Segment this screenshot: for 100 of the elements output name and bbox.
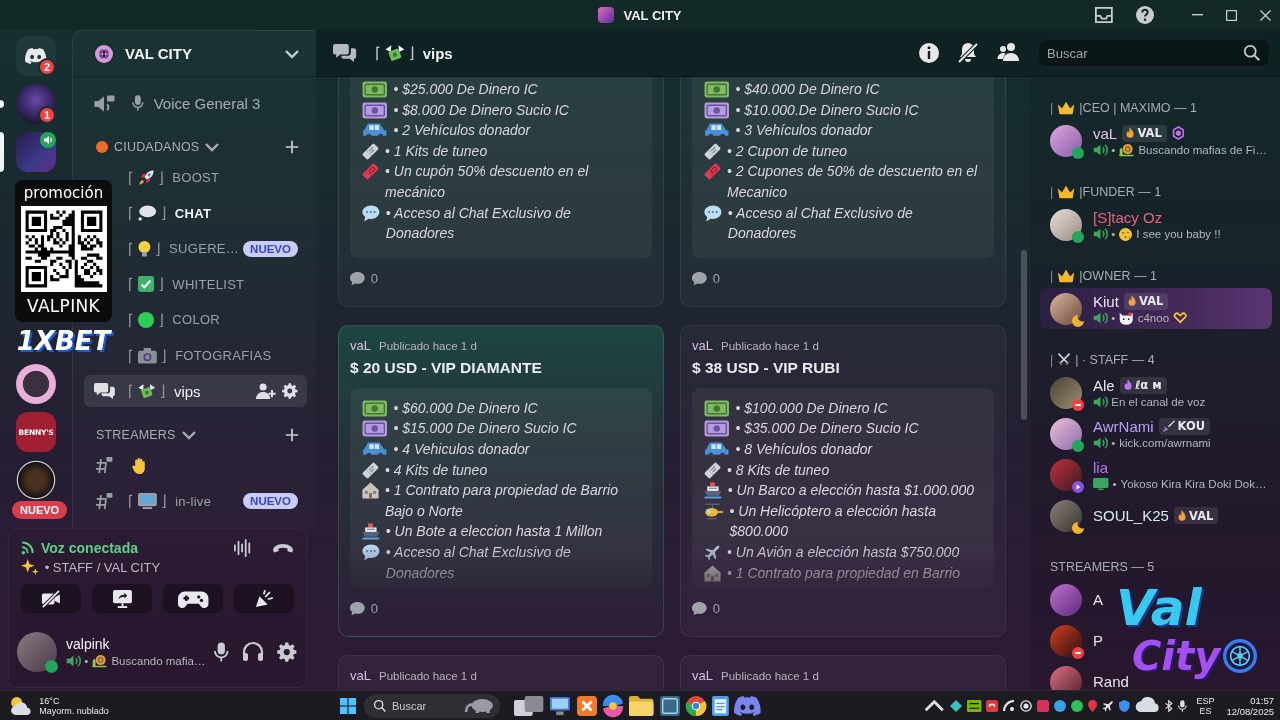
airplane-icon[interactable]: [1102, 699, 1115, 712]
voice-action-button[interactable]: [163, 584, 223, 613]
chevron-up-icon[interactable]: [924, 699, 945, 712]
info-icon[interactable]: [919, 43, 939, 63]
member-name[interactable]: Ale: [1093, 376, 1115, 394]
category-toggle[interactable]: STREAMERS: [96, 427, 196, 442]
search-field[interactable]: Buscar: [364, 693, 500, 718]
channel-link[interactable]: ⌈ ⌋ SUGERE… NUEVO: [128, 232, 307, 265]
close-icon[interactable]: [1260, 9, 1271, 21]
notepad-icon[interactable]: [711, 695, 729, 716]
channel-link[interactable]: ⌈ ⌋ BOOST: [128, 161, 307, 194]
microphone-icon[interactable]: [1177, 699, 1187, 712]
plus-icon[interactable]: [285, 139, 299, 154]
microphone-icon[interactable]: [214, 642, 229, 662]
avatar[interactable]: [1050, 665, 1082, 690]
controller-face-icon[interactable]: [734, 695, 762, 716]
member-name[interactable]: lia: [1093, 458, 1108, 476]
post-card[interactable]: vaL Publicado hace 1 d: [338, 654, 664, 690]
activity-text: c4noo: [1137, 312, 1170, 324]
record-icon[interactable]: [1020, 699, 1033, 712]
monitor-icon[interactable]: [549, 695, 572, 716]
inbox-icon[interactable]: [1095, 7, 1113, 23]
post-card[interactable]: [338, 324, 664, 637]
server-button[interactable]: [16, 460, 56, 500]
avatar[interactable]: [17, 632, 57, 672]
voice-action-button[interactable]: [21, 584, 81, 613]
member-name[interactable]: Kiut: [1093, 292, 1119, 310]
post-card[interactable]: vaL Publicado hace 1 d: [680, 654, 1006, 690]
avatar[interactable]: [1050, 417, 1082, 450]
diamond-icon[interactable]: [950, 699, 962, 712]
member-name[interactable]: Rand: [1093, 673, 1129, 690]
channel-link[interactable]: ⌈ ⌋ in-live NUEVO: [84, 485, 307, 518]
cross-tile-icon[interactable]: [577, 695, 598, 716]
arc-icon[interactable]: [1003, 699, 1016, 712]
ring-icon[interactable]: [685, 695, 706, 716]
windows-icon[interactable]: [340, 697, 356, 714]
bluetooth-icon[interactable]: [1165, 699, 1173, 712]
member-name[interactable]: [S]tacy Oz: [1093, 208, 1163, 226]
scrollbar[interactable]: [1021, 250, 1027, 420]
split-circle-icon[interactable]: [603, 695, 624, 716]
member-name[interactable]: AwrNami: [1093, 417, 1154, 435]
shield-icon[interactable]: [1119, 699, 1130, 712]
square-icon[interactable]: [1037, 699, 1050, 712]
add-member-icon[interactable]: [255, 383, 276, 400]
member-name[interactable]: A: [1093, 591, 1103, 608]
server-button[interactable]: 1: [16, 84, 56, 124]
avatar[interactable]: [1050, 292, 1082, 325]
arc-tile-icon[interactable]: [986, 699, 999, 712]
avatar[interactable]: [1050, 208, 1082, 241]
post-card[interactable]: • $25.000 De Dinero IC • $8.000 De Dinero Sucio IC • 2 Vehículos donador • 1 Kits de tuneo • Un cupón 50% descuento en el mecánico • Acceso al Chat Exclusivo de Donadores 0: [338, 77, 664, 307]
new-badge[interactable]: NUEVO: [12, 501, 68, 519]
server-button[interactable]: 2: [16, 36, 56, 76]
post-card[interactable]: • $40.000 De Dinero IC • $10.000.De Dinero Sucio IC • 3 Vehículos donador • 2 Cupon de tuneo • 2 Cupones de 50% de descuento en el Mecanico • Acceso al Chat Exclusivo de Donadores 0: [680, 77, 1006, 307]
region[interactable]: ES: [1199, 705, 1212, 716]
voice-action-button[interactable]: [234, 584, 294, 613]
settings-icon[interactable]: [276, 642, 297, 662]
pin-icon[interactable]: [1088, 699, 1098, 712]
bubble-icon[interactable]: [1054, 699, 1067, 712]
task-view-icon[interactable]: [514, 695, 544, 716]
member-name[interactable]: vaL: [1093, 124, 1118, 142]
channel-link[interactable]: ⌈ ⌋ FOTOGRAFIAS: [128, 339, 307, 372]
channel-link[interactable]: ⌈ ⌋ COLOR: [128, 303, 307, 336]
headphones-icon[interactable]: [242, 642, 263, 662]
channel-link[interactable]: ⌈ ⌋ vips: [84, 375, 307, 408]
member-name[interactable]: P: [1093, 632, 1103, 649]
clock-date[interactable]: 12/08/2025: [1226, 705, 1274, 717]
avatar[interactable]: [1050, 624, 1082, 657]
channel-link[interactable]: ⌈ ⌋ WHITELIST: [128, 268, 307, 301]
bell-off-icon[interactable]: [958, 43, 978, 63]
server-button[interactable]: [16, 364, 56, 404]
voice-action-button[interactable]: [92, 584, 152, 613]
help-icon[interactable]: [1136, 6, 1154, 24]
server-header[interactable]: VAL CITY: [73, 31, 316, 77]
voice-channel-link[interactable]: Voice General 3: [84, 87, 307, 119]
server-button[interactable]: [16, 132, 56, 172]
hang-up-icon[interactable]: [272, 543, 294, 553]
logo-text: City: [1132, 634, 1221, 678]
sound-wave-icon[interactable]: [234, 539, 252, 557]
dot-icon[interactable]: [1071, 699, 1084, 712]
avatar[interactable]: [1050, 124, 1082, 157]
nameplate[interactable]: Kiut VAL • c4noo: [1040, 288, 1272, 329]
maximize-icon[interactable]: [1226, 9, 1237, 21]
avatar[interactable]: [1050, 583, 1082, 616]
channel-link[interactable]: ⌈ ⌋ CHAT: [128, 197, 307, 230]
avatar[interactable]: [1050, 376, 1082, 409]
cloud-icon[interactable]: [1134, 699, 1161, 712]
language[interactable]: ESP: [1196, 695, 1215, 706]
member-name[interactable]: SOUL_K25: [1093, 507, 1169, 524]
comment-icon: [350, 601, 365, 616]
settings-icon[interactable]: [282, 383, 298, 400]
category-toggle[interactable]: CIUDADANOS: [96, 139, 220, 154]
chip-icon[interactable]: [967, 699, 982, 712]
search-field[interactable]: Buscar: [1038, 39, 1270, 67]
folder-icon[interactable]: [629, 695, 654, 716]
plus-icon[interactable]: [285, 427, 299, 442]
tile-icon[interactable]: [659, 695, 680, 716]
clock-time[interactable]: 01:57: [1250, 694, 1274, 706]
avatar[interactable]: [1050, 499, 1082, 532]
members-icon[interactable]: [997, 43, 1020, 61]
minimize-icon[interactable]: [1192, 14, 1203, 16]
